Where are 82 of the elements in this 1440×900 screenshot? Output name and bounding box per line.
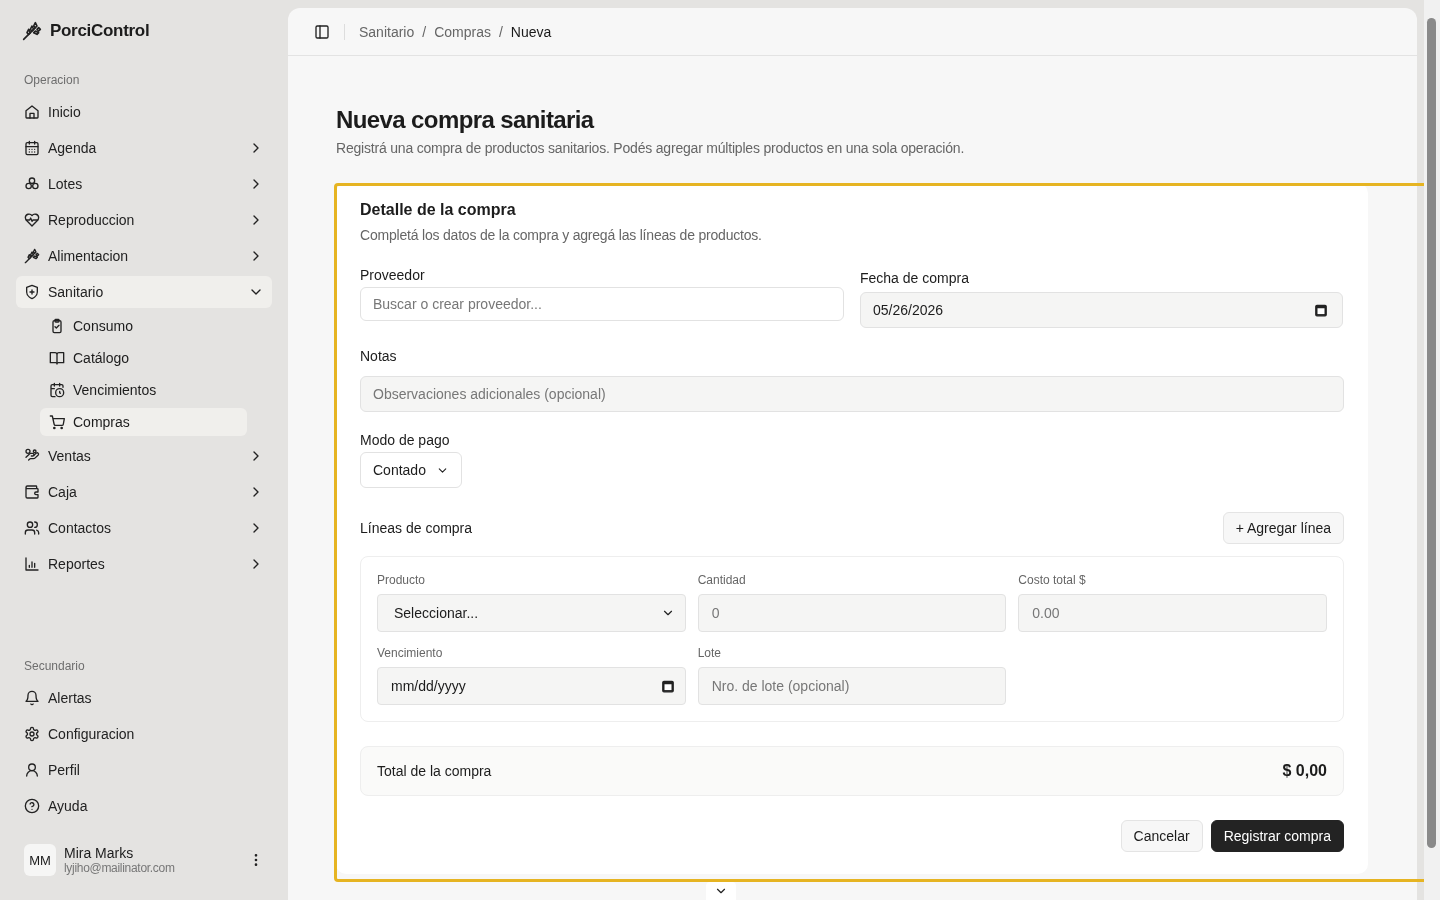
heart-pulse-icon — [24, 212, 40, 228]
hand-coins-icon — [24, 448, 40, 464]
page-subtitle: Registrá una compra de productos sanitarios. Podés agregar múltiples productos en una sola operación. — [336, 140, 966, 156]
field-label: Lote — [697, 646, 722, 660]
calendar-icon — [1314, 303, 1328, 317]
users-icon — [24, 520, 40, 536]
card-title: Detalle de la compra — [360, 201, 516, 218]
field-label: Modo de pago — [360, 432, 451, 448]
calendar-clock-icon — [49, 382, 65, 398]
breadcrumb-item[interactable]: Sanitario — [359, 23, 415, 40]
book-icon — [49, 350, 65, 366]
cart-icon — [49, 414, 65, 430]
sidebar-item[interactable]: Alimentacion — [16, 240, 272, 272]
field-label: Costo total $ — [1018, 573, 1087, 587]
sidebar-item[interactable]: Lotes — [16, 168, 272, 200]
section-label: Secundario — [23, 658, 86, 675]
sidebar-item[interactable]: Alertas — [16, 682, 272, 714]
sidebar-item[interactable]: Ayuda — [16, 790, 272, 822]
sidebar-item[interactable]: Inicio — [16, 96, 272, 128]
sidebar-item[interactable]: Contactos — [16, 512, 272, 544]
handle-tab[interactable] — [706, 882, 736, 900]
sidebar-item[interactable]: Reportes — [16, 548, 272, 580]
sidebar-item[interactable]: Ventas — [16, 440, 272, 472]
user-name: Mira Marks — [64, 845, 135, 861]
total-value: $ 0,00 — [1282, 762, 1327, 780]
clipboard-check-icon — [49, 318, 65, 334]
sidebar-item[interactable]: Configuracion — [16, 718, 272, 750]
wheat-icon — [24, 248, 40, 264]
breadcrumb-item: Nueva — [510, 23, 552, 40]
app-name: PorciControl — [50, 21, 150, 41]
calendar-icon — [660, 679, 675, 693]
date-field[interactable]: 05/26/2026 — [860, 292, 1343, 328]
sidebar-item[interactable]: Caja — [16, 476, 272, 508]
sidebar-item[interactable]: Agenda — [16, 132, 272, 164]
shield-plus-icon — [24, 284, 40, 300]
circles-icon — [24, 176, 40, 192]
sidebar-subitem[interactable]: Vencimientos — [40, 376, 247, 404]
card-description: Completá los datos de la compra y agregá las líneas de productos. — [360, 227, 763, 243]
calendar-icon — [24, 140, 40, 156]
avatar: MM — [24, 844, 56, 876]
sidebar-item[interactable]: Reproduccion — [16, 204, 272, 236]
wheat-icon — [22, 21, 42, 41]
supplier-field[interactable]: Buscar o crear proveedor... — [360, 287, 844, 321]
home-icon — [24, 104, 40, 120]
field-label: Cantidad — [697, 573, 747, 587]
add-line-button[interactable]: + Agregar línea — [1222, 512, 1344, 544]
date-field[interactable]: mm/dd/yyyy — [377, 667, 686, 705]
submit-button[interactable]: Registrar compra — [1210, 820, 1344, 852]
cancel-button[interactable]: Cancelar — [1120, 820, 1203, 852]
bell-icon — [24, 690, 40, 706]
input-field[interactable]: 0 — [697, 594, 1007, 632]
bar-chart-icon — [24, 556, 40, 572]
field-label: Vencimiento — [377, 646, 444, 660]
input-field[interactable]: 0.00 — [1018, 594, 1327, 632]
field-label: Fecha de compra — [860, 270, 970, 286]
user-email: lyjiho@mailinator.com — [64, 861, 176, 875]
scrollbar[interactable] — [1424, 0, 1440, 900]
product-select[interactable]: Seleccionar... — [377, 594, 686, 632]
breadcrumb-separator: / — [422, 23, 427, 40]
field-label: Notas — [360, 348, 398, 364]
section-title: Líneas de compra — [360, 520, 473, 536]
help-icon — [24, 798, 40, 814]
breadcrumb-separator: / — [498, 23, 503, 40]
sidebar-item[interactable]: Sanitario — [16, 276, 272, 308]
sidebar-item[interactable]: Perfil — [16, 754, 272, 786]
user-icon — [24, 762, 40, 778]
wallet-icon — [24, 484, 40, 500]
total-label: Total de la compra — [377, 763, 492, 779]
section-label: Operacion — [23, 72, 81, 89]
sidebar-toggle-button[interactable] — [314, 23, 330, 40]
settings-icon — [24, 726, 40, 742]
notes-field[interactable]: Observaciones adicionales (opcional) — [360, 376, 1344, 412]
input-field[interactable]: Nro. de lote (opcional) — [697, 667, 1007, 705]
breadcrumb-item[interactable]: Compras — [434, 23, 491, 40]
field-label: Producto — [377, 573, 427, 587]
payment-select[interactable]: Contado — [360, 452, 462, 488]
sidebar-subitem[interactable]: Catálogo — [40, 344, 247, 372]
field-label: Proveedor — [360, 267, 426, 283]
sidebar-subitem[interactable]: Consumo — [40, 312, 247, 340]
page-title: Nueva compra sanitaria — [336, 106, 596, 134]
sidebar-subitem[interactable]: Compras — [40, 408, 247, 436]
sidebar-toggle-icon — [314, 23, 330, 40]
